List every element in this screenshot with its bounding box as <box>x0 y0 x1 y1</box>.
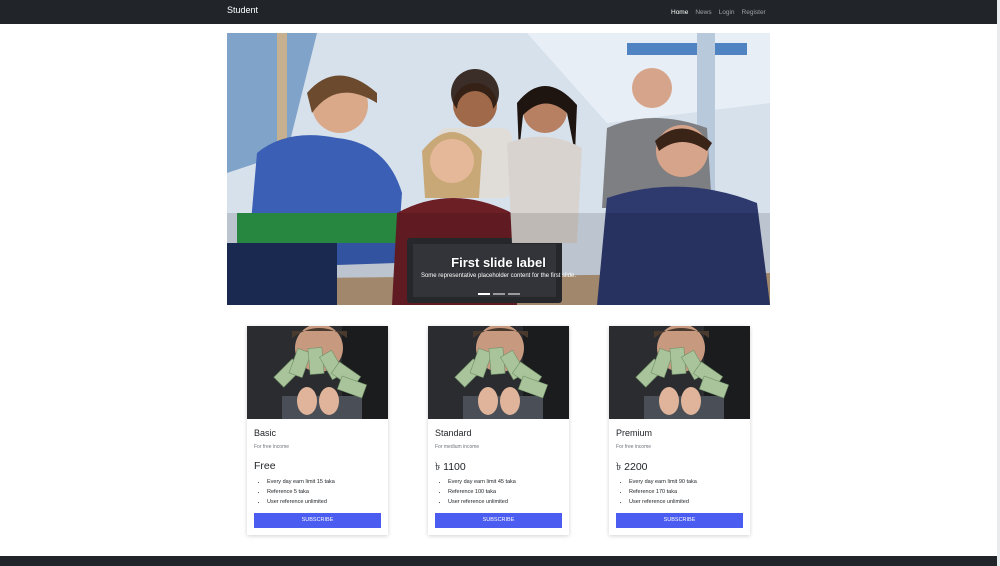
carousel-caption: First slide label Some representative pl… <box>227 255 770 279</box>
plan-feature: Reference 170 taka <box>629 487 697 497</box>
plan-card-image <box>247 326 388 419</box>
subscribe-button[interactable]: SUBSCRIBE <box>254 513 381 528</box>
plan-subtitle: For free income <box>254 444 290 450</box>
plan-card-premium: Premium For free income ৳ 2200 Every day… <box>609 326 750 535</box>
nav-links: Home News Login Register <box>671 0 766 24</box>
plan-feature: Reference 5 taka <box>267 487 335 497</box>
plan-card-basic: Basic For free income Free Every day ear… <box>247 326 388 535</box>
plan-card-standard: Standard For medium income ৳ 1100 Every … <box>428 326 569 535</box>
plan-feature: User reference unlimited <box>448 497 516 507</box>
plan-card-image <box>609 326 750 419</box>
plan-features: Every day earn limit 45 taka Reference 1… <box>448 477 516 507</box>
carousel-caption-text: Some representative placeholder content … <box>420 273 577 279</box>
plan-name: Premium <box>616 428 653 438</box>
plan-price: ৳ 1100 <box>435 461 466 473</box>
money-fan-image <box>428 326 569 419</box>
subscribe-button[interactable]: SUBSCRIBE <box>616 513 743 528</box>
plan-name: Standard <box>435 428 472 438</box>
money-fan-image <box>247 326 388 419</box>
plan-feature: Every day earn limit 90 taka <box>629 477 697 487</box>
plan-subtitle: For medium income <box>435 444 480 450</box>
plan-feature: User reference unlimited <box>629 497 697 507</box>
carousel-caption-title: First slide label <box>451 255 546 270</box>
nav-link-register[interactable]: Register <box>742 9 766 16</box>
navbar: Student Home News Login Register <box>0 0 997 24</box>
plan-features: Every day earn limit 90 taka Reference 1… <box>629 477 697 507</box>
carousel-indicator-2[interactable] <box>492 293 505 295</box>
plan-features: Every day earn limit 15 taka Reference 5… <box>267 477 335 507</box>
carousel-indicator-1[interactable] <box>477 293 490 295</box>
nav-link-news[interactable]: News <box>695 9 711 16</box>
page: Student Home News Login Register First s… <box>0 0 1000 566</box>
plan-price: ৳ 2200 <box>616 461 648 473</box>
plan-name: Basic <box>254 428 277 438</box>
navbar-brand[interactable]: Student <box>227 5 258 15</box>
money-fan-image <box>609 326 750 419</box>
hero-carousel[interactable]: First slide label Some representative pl… <box>227 33 770 305</box>
subscribe-button[interactable]: SUBSCRIBE <box>435 513 562 528</box>
plan-subtitle: For free income <box>616 444 652 450</box>
footer <box>0 556 997 566</box>
plan-card-image <box>428 326 569 419</box>
plan-feature: Every day earn limit 45 taka <box>448 477 516 487</box>
plan-feature: Reference 100 taka <box>448 487 516 497</box>
plan-feature: User reference unlimited <box>267 497 335 507</box>
plan-feature: Every day earn limit 15 taka <box>267 477 335 487</box>
carousel-indicator-3[interactable] <box>507 293 520 295</box>
carousel-indicators <box>227 293 770 295</box>
nav-link-home[interactable]: Home <box>671 9 688 16</box>
nav-link-login[interactable]: Login <box>719 9 735 16</box>
plan-price: Free <box>254 460 276 472</box>
